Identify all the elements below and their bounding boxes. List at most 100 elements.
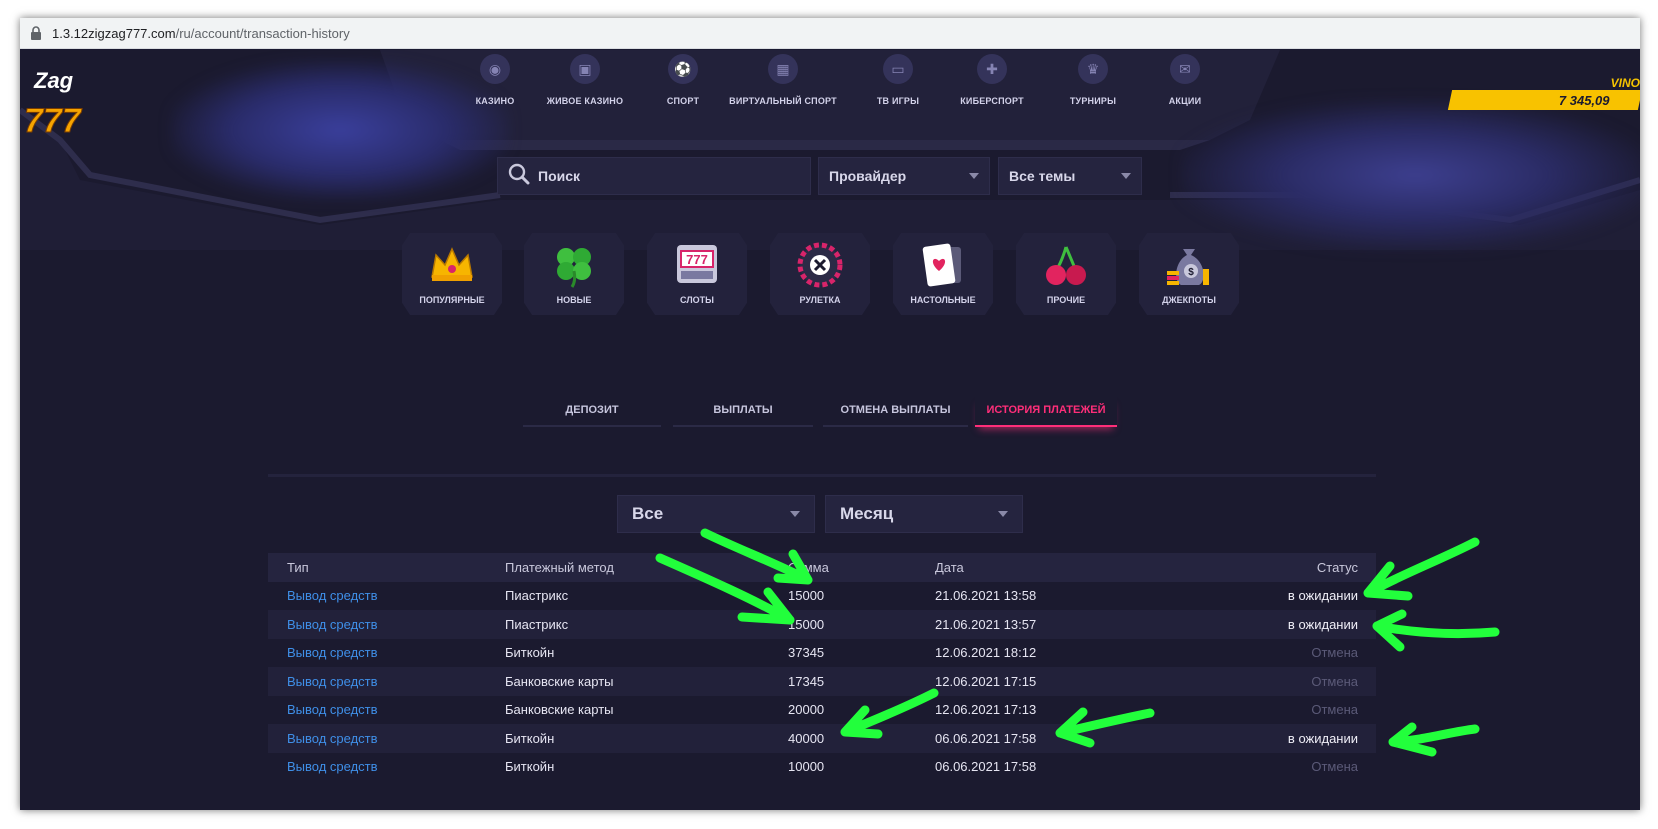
field-icon: ▦ xyxy=(768,54,798,84)
category-label: ПОПУЛЯРНЫЕ xyxy=(419,295,485,305)
cherry-icon xyxy=(1042,241,1090,289)
search-input[interactable] xyxy=(538,168,788,184)
category-5[interactable]: НАСТОЛЬНЫЕ xyxy=(893,233,993,315)
game-categories: ПОПУЛЯРНЫЕ НОВЫЕ 777 СЛОТЫ РУЛЕТКА НАСТОЛЬНЫЕ… xyxy=(402,233,1242,319)
tab-1[interactable]: ДЕПОЗИТ xyxy=(523,395,661,427)
nav-item-label: КАЗИНО xyxy=(475,96,515,106)
playing-card-icon xyxy=(919,241,967,289)
balance-widget[interactable]: VINO 7 345,09 xyxy=(1442,76,1640,110)
gamepad-icon: ✚ xyxy=(977,54,1007,84)
category-2[interactable]: НОВЫЕ xyxy=(524,233,624,315)
trophy-icon: ♛ xyxy=(1078,54,1108,84)
period-filter-select[interactable]: Месяц xyxy=(825,495,1023,533)
status-cell: Отмена xyxy=(1311,702,1358,718)
nav-item-5[interactable]: ▭ ТВ ИГРЫ xyxy=(853,50,943,106)
svg-text:777: 777 xyxy=(686,252,708,267)
category-label: СЛОТЫ xyxy=(680,295,714,305)
date-cell: 21.06.2021 13:57 xyxy=(935,616,1037,632)
gift-icon: ✉ xyxy=(1170,54,1200,84)
transaction-type-link[interactable]: Вывод средств xyxy=(268,674,505,689)
svg-text:$: $ xyxy=(1188,267,1194,278)
period-filter-label: Месяц xyxy=(840,504,894,523)
payment-method: Банковские карты xyxy=(505,673,614,689)
nav-item-1[interactable]: ◉ КАЗИНО xyxy=(450,50,540,106)
payment-method: Банковские карты xyxy=(505,702,614,718)
payment-method: Пиастрикс xyxy=(505,616,569,632)
crown-icon xyxy=(428,241,476,289)
ball-icon: ⚽ xyxy=(668,54,698,84)
search-box[interactable] xyxy=(497,157,811,195)
nav-item-label: ТУРНИРЫ xyxy=(1069,96,1117,106)
column-header-amount: Сумма xyxy=(788,559,829,575)
table-row: Вывод средств Биткойн 40000 06.06.2021 17:5… xyxy=(268,724,1376,753)
category-label: НАСТОЛЬНЫЕ xyxy=(910,295,976,305)
amount-cell: 15000 xyxy=(788,588,825,604)
table-row: Вывод средств Пиастрикс 15000 21.06.2021 13… xyxy=(268,582,1376,611)
date-cell: 21.06.2021 13:58 xyxy=(935,588,1037,604)
provider-select-label: Провайдер xyxy=(829,168,907,184)
chevron-down-icon xyxy=(790,511,800,517)
transaction-type-link[interactable]: Вывод средств xyxy=(268,702,505,717)
status-cell: в ожидании xyxy=(1287,588,1358,604)
amount-cell: 15000 xyxy=(788,616,825,632)
nav-item-label: ВИРТУАЛЬНЫЙ СПОРТ xyxy=(729,96,837,106)
type-filter-select[interactable]: Все xyxy=(617,495,815,533)
nav-item-3[interactable]: ⚽ СПОРТ xyxy=(638,50,728,106)
payment-method: Биткойн xyxy=(505,645,555,661)
category-6[interactable]: ПРОЧИЕ xyxy=(1016,233,1116,315)
table-row: Вывод средств Пиастрикс 15000 21.06.2021 13… xyxy=(268,610,1376,639)
address-bar[interactable]: 1.3.12zigzag777.com/ru/account/transacti… xyxy=(20,18,1640,49)
column-header-method: Платежный метод xyxy=(505,559,614,575)
tv-icon: ▭ xyxy=(883,54,913,84)
category-4[interactable]: РУЛЕТКА xyxy=(770,233,870,315)
status-cell: Отмена xyxy=(1311,673,1358,689)
search-icon xyxy=(508,163,530,190)
nav-item-4[interactable]: ▦ ВИРТУАЛЬНЫЙ СПОРТ xyxy=(728,50,838,106)
category-1[interactable]: ПОПУЛЯРНЫЕ xyxy=(402,233,502,315)
transaction-type-link[interactable]: Вывод средств xyxy=(268,759,505,774)
category-label: НОВЫЕ xyxy=(556,295,592,305)
category-label: РУЛЕТКА xyxy=(799,295,841,305)
category-3[interactable]: 777 СЛОТЫ xyxy=(647,233,747,315)
provider-select[interactable]: Провайдер xyxy=(818,157,990,195)
transaction-type-link[interactable]: Вывод средств xyxy=(268,645,505,660)
page: Zag 777 ◉ КАЗИНО ▣ ЖИВОЕ КАЗИНО ⚽ СПОРТ ▦ ВИРТУ… xyxy=(20,50,1640,810)
chevron-down-icon xyxy=(969,173,979,179)
username: VINO xyxy=(1610,76,1640,90)
zigzag-logo[interactable]: Zag 777 xyxy=(20,60,100,150)
tab-2[interactable]: ВЫПЛАТЫ xyxy=(673,395,813,427)
column-header-date: Дата xyxy=(935,559,964,575)
browser-window: 1.3.12zigzag777.com/ru/account/transacti… xyxy=(20,18,1640,810)
type-filter-label: Все xyxy=(632,504,664,523)
payment-method: Биткойн xyxy=(505,730,555,746)
balance-amount: 7 345,09 xyxy=(1447,90,1640,110)
roulette-wheel-icon xyxy=(796,241,844,289)
nav-item-label: ЖИВОЕ КАЗИНО xyxy=(546,96,624,106)
chevron-down-icon xyxy=(998,511,1008,517)
slot-machine-icon: 777 xyxy=(673,241,721,289)
category-label: ДЖЕКПОТЫ xyxy=(1162,295,1216,305)
tab-3[interactable]: ОТМЕНА ВЫПЛАТЫ xyxy=(823,395,968,427)
nav-item-label: АКЦИИ xyxy=(1168,96,1202,106)
amount-cell: 37345 xyxy=(788,645,825,661)
date-cell: 12.06.2021 17:13 xyxy=(935,702,1037,718)
amount-cell: 40000 xyxy=(788,730,825,746)
nav-item-2[interactable]: ▣ ЖИВОЕ КАЗИНО xyxy=(540,50,630,106)
table-header-row: Тип Платежный метод Сумма Дата Статус xyxy=(268,553,1376,582)
live-icon: ▣ xyxy=(570,54,600,84)
date-cell: 12.06.2021 18:12 xyxy=(935,645,1037,661)
logo-text-bottom: 777 xyxy=(24,102,83,140)
transaction-type-link[interactable]: Вывод средств xyxy=(268,731,505,746)
transaction-type-link[interactable]: Вывод средств xyxy=(268,617,505,632)
transactions-table: Тип Платежный метод Сумма Дата Статус Вы… xyxy=(268,553,1376,781)
nav-item-8[interactable]: ✉ АКЦИИ xyxy=(1140,50,1230,106)
transaction-type-link[interactable]: Вывод средств xyxy=(268,588,505,603)
themes-select-label: Все темы xyxy=(1009,168,1076,184)
amount-cell: 20000 xyxy=(788,702,825,718)
tab-4[interactable]: ИСТОРИЯ ПЛАТЕЖЕЙ xyxy=(975,395,1117,427)
category-7[interactable]: $ ДЖЕКПОТЫ xyxy=(1139,233,1239,315)
nav-item-6[interactable]: ✚ КИБЕРСПОРТ xyxy=(947,50,1037,106)
nav-item-label: ТВ ИГРЫ xyxy=(876,96,920,106)
nav-item-7[interactable]: ♛ ТУРНИРЫ xyxy=(1048,50,1138,106)
themes-select[interactable]: Все темы xyxy=(998,157,1142,195)
